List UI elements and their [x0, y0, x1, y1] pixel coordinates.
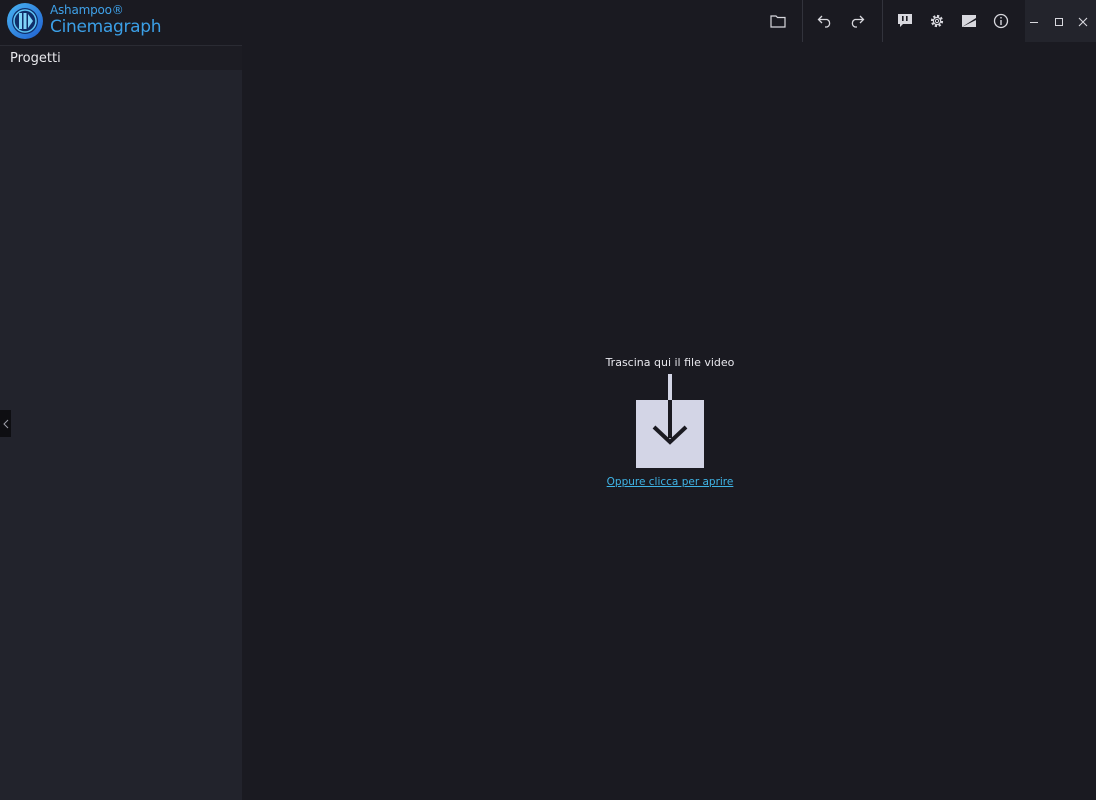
info-icon	[993, 13, 1009, 29]
app-logo	[6, 2, 44, 40]
brand-product: Cinemagraph	[50, 17, 162, 37]
redo-icon	[849, 14, 865, 28]
collapse-sidebar-button[interactable]	[0, 410, 11, 437]
feedback-button[interactable]	[892, 8, 918, 34]
toolbar-separator	[882, 0, 883, 42]
feedback-icon	[897, 13, 913, 29]
close-button[interactable]	[1074, 12, 1092, 30]
title-bar: Ashampoo® Cinemagraph	[0, 0, 1096, 44]
folder-open-icon	[770, 14, 786, 28]
maximize-icon	[1054, 12, 1064, 31]
maximize-button[interactable]	[1050, 12, 1068, 30]
toolbar-separator	[802, 0, 803, 42]
projects-panel	[0, 70, 242, 800]
drop-label: Trascina qui il file video	[605, 356, 735, 369]
undo-button[interactable]	[812, 8, 838, 34]
settings-icon	[929, 13, 945, 29]
minimize-button[interactable]	[1025, 12, 1043, 30]
drop-target-box[interactable]	[636, 400, 704, 468]
app-brand: Ashampoo® Cinemagraph	[50, 3, 162, 37]
app-window: Ashampoo® Cinemagraph Progetti Trascina …	[0, 0, 1096, 800]
window-controls	[1025, 0, 1096, 42]
close-icon	[1078, 12, 1088, 31]
info-button[interactable]	[988, 8, 1014, 34]
arrow-down-icon	[636, 400, 704, 472]
chevron-left-icon	[2, 414, 9, 433]
drop-zone[interactable]: Trascina qui il file video Oppure clicca…	[600, 352, 740, 497]
settings-button[interactable]	[924, 8, 950, 34]
minimize-icon	[1029, 12, 1039, 31]
redo-button[interactable]	[844, 8, 870, 34]
open-file-link[interactable]: Oppure clicca per aprire	[600, 476, 740, 488]
open-folder-button[interactable]	[765, 8, 791, 34]
arrow-shaft	[668, 374, 672, 402]
brand-company: Ashampoo®	[50, 3, 124, 17]
sidebar-header: Progetti	[0, 45, 242, 70]
undo-icon	[817, 14, 833, 28]
display-button[interactable]	[956, 8, 982, 34]
sidebar-title: Progetti	[10, 51, 61, 66]
display-icon	[961, 14, 977, 28]
